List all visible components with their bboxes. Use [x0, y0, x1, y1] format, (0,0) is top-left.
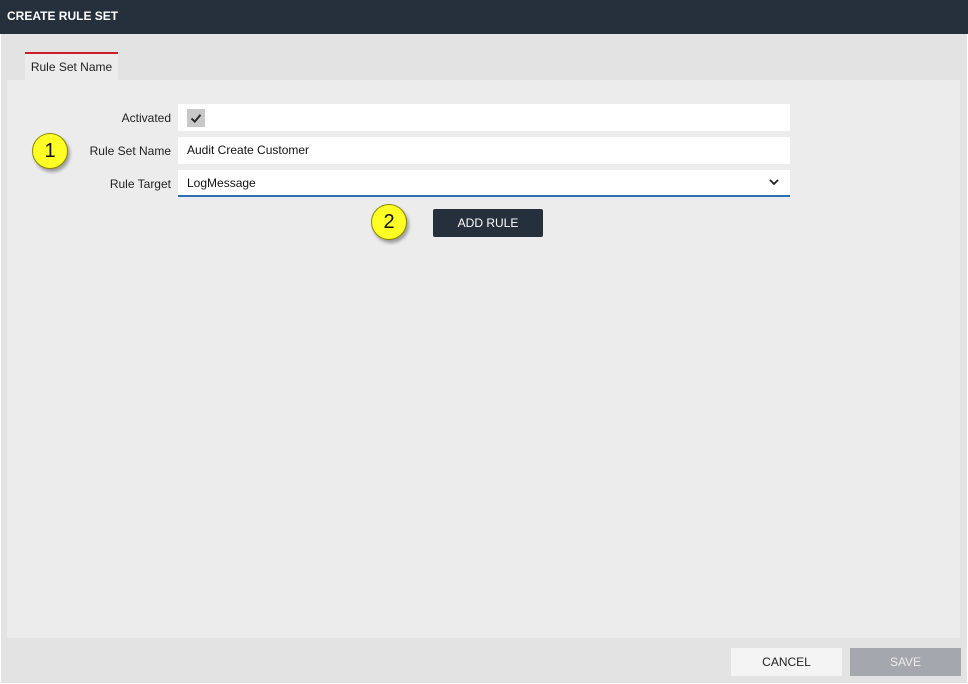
rule-set-name-value: Audit Create Customer [187, 143, 310, 157]
callout-2: 2 [371, 204, 407, 240]
rule-set-name-label: Rule Set Name [89, 144, 171, 158]
activated-checkbox[interactable] [187, 109, 205, 127]
save-button[interactable]: SAVE [850, 648, 961, 676]
add-rule-button[interactable]: ADD RULE [433, 209, 543, 237]
rule-target-value: LogMessage [187, 176, 256, 190]
activated-label: Activated [121, 111, 171, 125]
rule-set-name-input[interactable]: Audit Create Customer [178, 137, 790, 164]
rule-target-select[interactable]: LogMessage [178, 170, 790, 197]
chevron-down-icon[interactable] [768, 176, 780, 188]
rule-target-label: Rule Target [109, 177, 171, 191]
tab-rule-set-name[interactable]: Rule Set Name [25, 52, 118, 80]
dialog-title: CREATE RULE SET [0, 0, 968, 34]
cancel-button[interactable]: CANCEL [731, 648, 842, 676]
callout-1: 1 [32, 133, 68, 169]
activated-field [178, 104, 790, 131]
check-icon [190, 114, 202, 124]
